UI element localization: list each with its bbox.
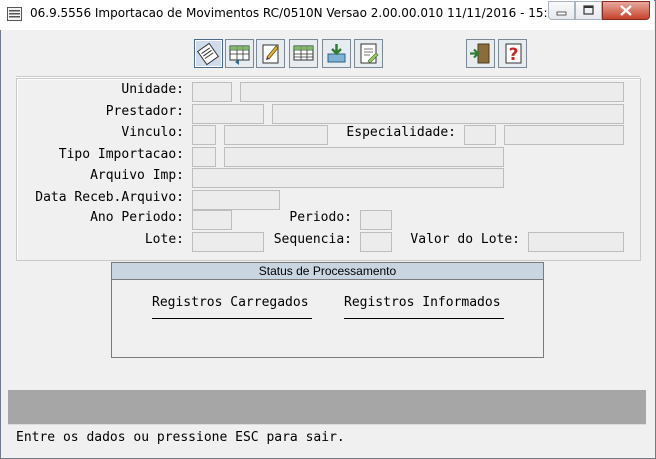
valor-lote-field[interactable] bbox=[528, 232, 624, 252]
maximize-button[interactable] bbox=[575, 1, 602, 20]
tipo-importacao-code-field[interactable] bbox=[192, 147, 216, 167]
edit-icon bbox=[262, 44, 279, 64]
maximize-icon bbox=[583, 5, 594, 15]
import-icon bbox=[327, 44, 346, 63]
lote-label: Lote: bbox=[144, 232, 184, 247]
import-button[interactable] bbox=[322, 39, 351, 68]
sequencia-field[interactable] bbox=[360, 232, 392, 252]
periodo-label: Periodo: bbox=[289, 210, 352, 225]
registros-informados-label: Registros Informados bbox=[344, 295, 501, 310]
help-icon: ? bbox=[505, 43, 522, 65]
arquivo-imp-field[interactable] bbox=[192, 168, 504, 188]
especialidade-desc-field[interactable] bbox=[504, 125, 624, 145]
unidade-name-field[interactable] bbox=[240, 82, 624, 102]
arquivo-imp-label: Arquivo Imp: bbox=[90, 168, 184, 183]
message-bar bbox=[8, 390, 646, 424]
svg-text:?: ? bbox=[509, 45, 519, 65]
vinculo-code-field[interactable] bbox=[192, 125, 216, 145]
especialidade-code-field[interactable] bbox=[464, 125, 496, 145]
registros-informados-line bbox=[344, 318, 504, 319]
minimize-icon bbox=[556, 11, 567, 16]
registros-carregados-label: Registros Carregados bbox=[152, 295, 309, 310]
close-button[interactable] bbox=[602, 1, 650, 20]
registros-carregados-line bbox=[152, 318, 312, 319]
prestador-label: Prestador: bbox=[105, 104, 184, 119]
data-receb-field[interactable] bbox=[192, 190, 280, 210]
status-panel-title: Status de Processamento bbox=[112, 263, 543, 280]
data-receb-label: Data Receb.Arquivo: bbox=[35, 190, 184, 205]
process-button[interactable] bbox=[194, 39, 223, 68]
grid-icon bbox=[293, 45, 314, 61]
periodo-field[interactable] bbox=[360, 210, 392, 230]
edit-button[interactable] bbox=[256, 39, 285, 68]
ano-periodo-label: Ano Periodo: bbox=[90, 210, 184, 225]
tipo-importacao-desc-field[interactable] bbox=[224, 147, 504, 167]
exit-button[interactable] bbox=[466, 39, 495, 68]
report-button[interactable] bbox=[354, 39, 383, 68]
vinculo-label: Vinculo: bbox=[121, 125, 184, 140]
ano-periodo-field[interactable] bbox=[192, 210, 232, 230]
sequencia-label: Sequencia: bbox=[273, 232, 352, 247]
help-button[interactable]: ? bbox=[498, 39, 527, 68]
valor-lote-label: Valor do Lote: bbox=[410, 232, 520, 247]
exit-icon bbox=[470, 43, 490, 64]
status-message: Entre os dados ou pressione ESC para sai… bbox=[16, 430, 345, 445]
table-swap-button[interactable] bbox=[225, 39, 254, 68]
grid-button[interactable] bbox=[289, 39, 318, 68]
minimize-button[interactable] bbox=[548, 1, 575, 20]
vinculo-desc-field[interactable] bbox=[224, 125, 328, 145]
window-title: 06.9.5556 Importacao de Movimentos RC/05… bbox=[30, 6, 563, 20]
prestador-code-field[interactable] bbox=[192, 104, 264, 124]
unidade-label: Unidade: bbox=[121, 82, 184, 97]
table-swap-icon bbox=[229, 45, 250, 65]
close-icon bbox=[620, 5, 632, 16]
lote-field[interactable] bbox=[192, 232, 264, 252]
unidade-code-field[interactable] bbox=[192, 82, 232, 102]
report-icon bbox=[360, 43, 379, 64]
prestador-name-field[interactable] bbox=[272, 104, 624, 124]
especialidade-label: Especialidade: bbox=[346, 125, 456, 140]
process-icon bbox=[196, 42, 220, 66]
tipo-importacao-label: Tipo Importacao: bbox=[58, 147, 184, 162]
app-icon bbox=[7, 7, 22, 21]
